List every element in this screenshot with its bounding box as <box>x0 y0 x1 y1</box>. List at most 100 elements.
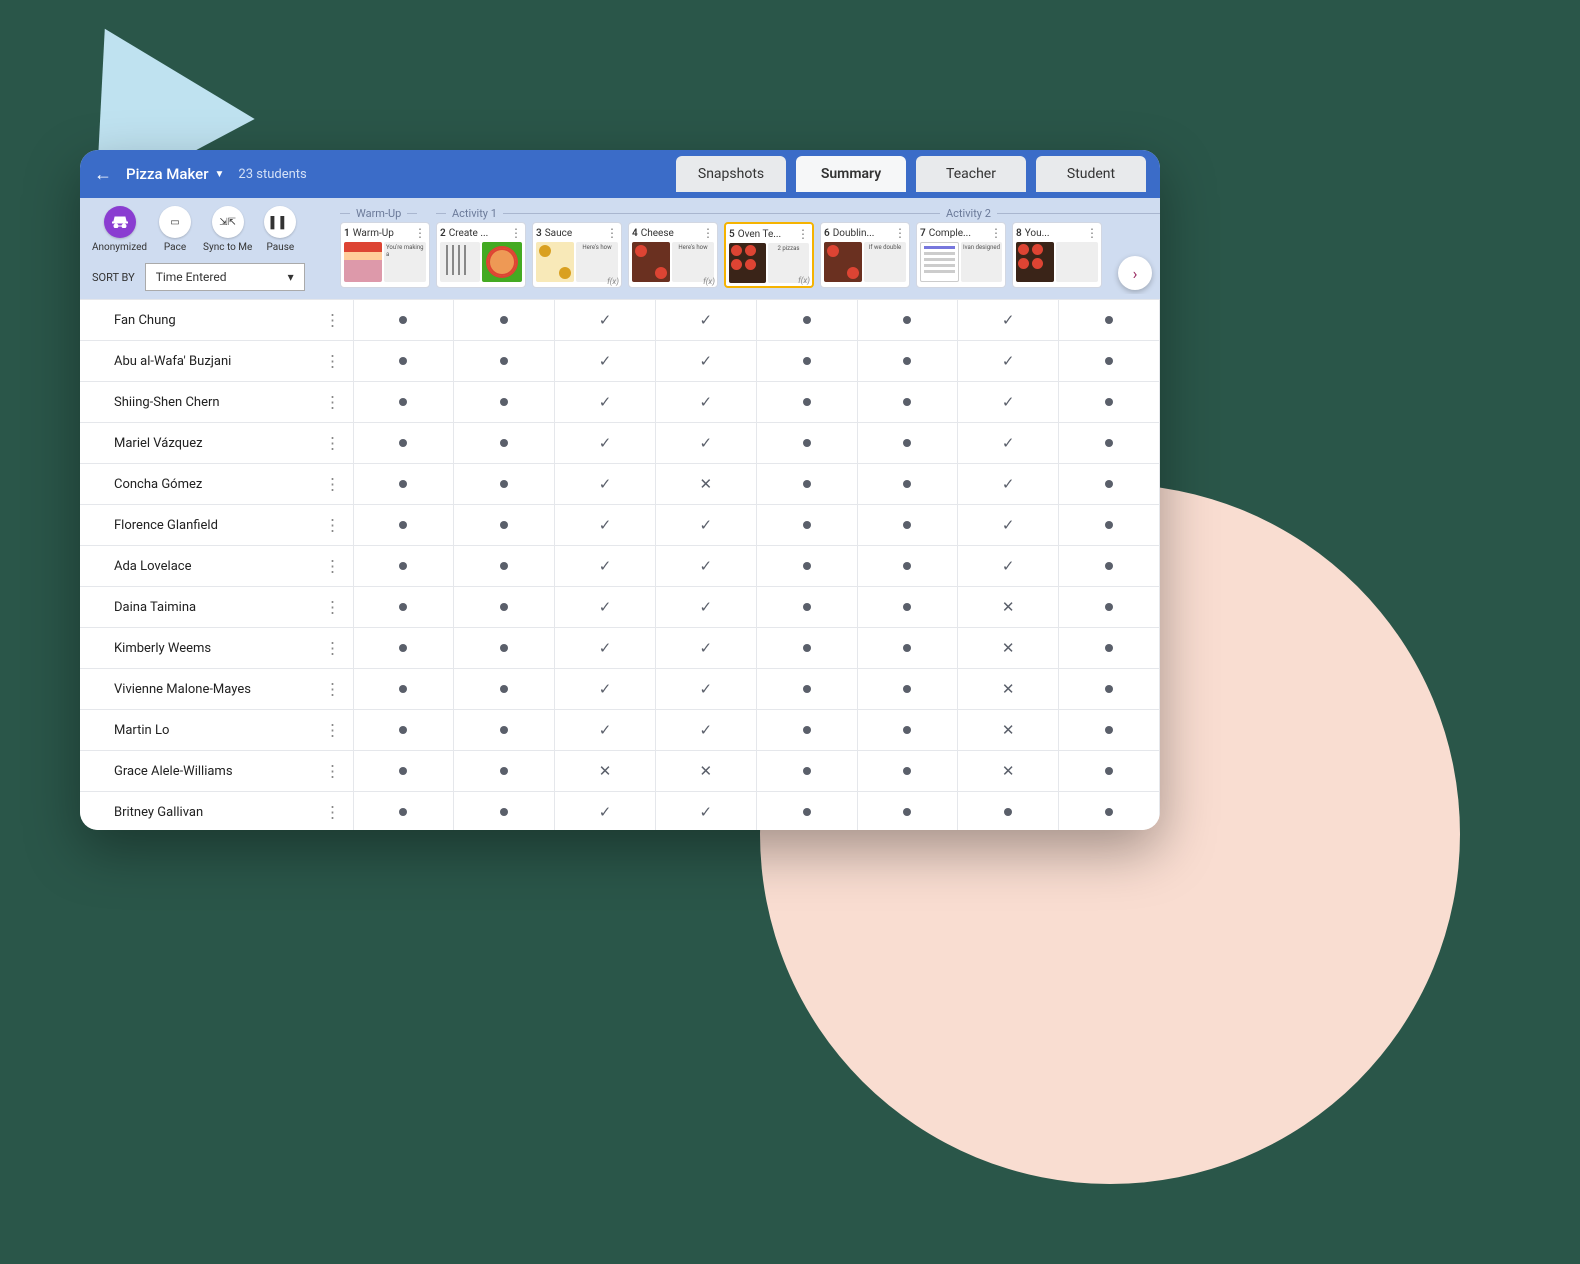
progress-cell[interactable] <box>857 464 958 505</box>
progress-cell[interactable] <box>857 423 958 464</box>
progress-cell[interactable]: ✓ <box>655 341 756 382</box>
progress-cell[interactable] <box>1059 423 1160 464</box>
student-name-cell[interactable]: Shiing-Shen Chern⋮ <box>80 382 353 423</box>
progress-cell[interactable] <box>756 546 857 587</box>
progress-cell[interactable]: ✓ <box>958 341 1059 382</box>
student-name-cell[interactable]: Florence Glanfield⋮ <box>80 505 353 546</box>
screen-card-2[interactable]: 2Create ...⋮ <box>436 222 526 288</box>
student-name-cell[interactable]: Martin Lo⋮ <box>80 710 353 751</box>
progress-cell[interactable] <box>1059 710 1160 751</box>
progress-cell[interactable] <box>958 792 1059 831</box>
progress-cell[interactable]: ✓ <box>555 423 656 464</box>
progress-cell[interactable] <box>353 792 454 831</box>
progress-cell[interactable]: ✕ <box>958 751 1059 792</box>
progress-cell[interactable]: ✓ <box>655 300 756 341</box>
progress-cell[interactable]: ✓ <box>555 546 656 587</box>
scroll-next-button[interactable]: › <box>1118 256 1152 290</box>
more-icon[interactable]: ⋮ <box>325 516 341 535</box>
student-grid[interactable]: Fan Chung⋮✓✓✓Abu al-Wafa' Buzjani⋮✓✓✓Shi… <box>80 299 1160 830</box>
progress-cell[interactable] <box>1059 341 1160 382</box>
progress-cell[interactable] <box>353 382 454 423</box>
progress-cell[interactable]: ✓ <box>958 505 1059 546</box>
student-name-cell[interactable]: Daina Taimina⋮ <box>80 587 353 628</box>
progress-cell[interactable] <box>857 505 958 546</box>
progress-cell[interactable] <box>353 587 454 628</box>
progress-cell[interactable] <box>756 341 857 382</box>
progress-cell[interactable] <box>1059 751 1160 792</box>
progress-cell[interactable] <box>1059 505 1160 546</box>
progress-cell[interactable]: ✓ <box>555 587 656 628</box>
progress-cell[interactable] <box>756 628 857 669</box>
back-icon[interactable]: ← <box>94 164 112 185</box>
lesson-title-dropdown[interactable]: Pizza Maker ▼ <box>126 165 224 183</box>
progress-cell[interactable]: ✓ <box>958 546 1059 587</box>
more-icon[interactable]: ⋮ <box>510 226 522 240</box>
progress-cell[interactable]: ✓ <box>655 587 756 628</box>
student-name-cell[interactable]: Concha Gómez⋮ <box>80 464 353 505</box>
student-name-cell[interactable]: Grace Alele-Williams⋮ <box>80 751 353 792</box>
progress-cell[interactable]: ✓ <box>555 669 656 710</box>
more-icon[interactable]: ⋮ <box>325 680 341 699</box>
progress-cell[interactable]: ✓ <box>655 505 756 546</box>
control-pause[interactable]: ▌▌Pause <box>264 206 296 253</box>
screen-card-5[interactable]: 5Oven Te...⋮ 2 pizzasf(x) <box>724 222 814 288</box>
progress-cell[interactable] <box>454 669 555 710</box>
progress-cell[interactable]: ✓ <box>655 669 756 710</box>
progress-cell[interactable]: ✓ <box>655 628 756 669</box>
progress-cell[interactable]: ✓ <box>555 710 656 751</box>
sort-dropdown[interactable]: Time Entered ▾ <box>145 263 305 291</box>
progress-cell[interactable] <box>857 710 958 751</box>
progress-cell[interactable]: ✓ <box>958 423 1059 464</box>
progress-cell[interactable]: ✓ <box>655 792 756 831</box>
more-icon[interactable]: ⋮ <box>325 557 341 576</box>
progress-cell[interactable] <box>756 300 857 341</box>
progress-cell[interactable] <box>1059 300 1160 341</box>
progress-cell[interactable] <box>1059 587 1160 628</box>
progress-cell[interactable] <box>353 300 454 341</box>
progress-cell[interactable] <box>353 669 454 710</box>
progress-cell[interactable] <box>756 505 857 546</box>
progress-cell[interactable]: ✓ <box>555 505 656 546</box>
progress-cell[interactable] <box>454 628 555 669</box>
student-name-cell[interactable]: Abu al-Wafa' Buzjani⋮ <box>80 341 353 382</box>
progress-cell[interactable]: ✓ <box>655 710 756 751</box>
more-icon[interactable]: ⋮ <box>325 311 341 330</box>
student-name-cell[interactable]: Ada Lovelace⋮ <box>80 546 353 587</box>
progress-cell[interactable] <box>857 669 958 710</box>
progress-cell[interactable] <box>454 382 555 423</box>
progress-cell[interactable] <box>857 382 958 423</box>
more-icon[interactable]: ⋮ <box>990 226 1002 240</box>
progress-cell[interactable] <box>353 546 454 587</box>
progress-cell[interactable] <box>353 751 454 792</box>
more-icon[interactable]: ⋮ <box>325 434 341 453</box>
progress-cell[interactable] <box>1059 792 1160 831</box>
progress-cell[interactable] <box>454 423 555 464</box>
progress-cell[interactable] <box>857 751 958 792</box>
tab-snapshots[interactable]: Snapshots <box>676 156 786 192</box>
control-anonymized[interactable]: Anonymized <box>92 206 147 253</box>
screen-card-1[interactable]: 1Warm-Up⋮ You're making a <box>340 222 430 288</box>
progress-cell[interactable] <box>1059 464 1160 505</box>
progress-cell[interactable] <box>353 505 454 546</box>
progress-cell[interactable]: ✓ <box>655 382 756 423</box>
student-name-cell[interactable]: Mariel Vázquez⋮ <box>80 423 353 464</box>
progress-cell[interactable] <box>1059 628 1160 669</box>
progress-cell[interactable] <box>756 423 857 464</box>
progress-cell[interactable]: ✓ <box>555 628 656 669</box>
progress-cell[interactable] <box>1059 546 1160 587</box>
more-icon[interactable]: ⋮ <box>797 227 809 241</box>
tab-summary[interactable]: Summary <box>796 156 906 192</box>
more-icon[interactable]: ⋮ <box>325 393 341 412</box>
progress-cell[interactable] <box>756 382 857 423</box>
progress-cell[interactable] <box>454 300 555 341</box>
screen-card-8[interactable]: 8You...⋮ <box>1012 222 1102 288</box>
student-name-cell[interactable]: Britney Gallivan⋮ <box>80 792 353 831</box>
student-name-cell[interactable]: Fan Chung⋮ <box>80 300 353 341</box>
more-icon[interactable]: ⋮ <box>325 762 341 781</box>
progress-cell[interactable] <box>454 464 555 505</box>
progress-cell[interactable]: ✕ <box>958 628 1059 669</box>
progress-cell[interactable] <box>1059 382 1160 423</box>
progress-cell[interactable] <box>454 505 555 546</box>
progress-cell[interactable]: ✕ <box>655 464 756 505</box>
progress-cell[interactable]: ✕ <box>958 669 1059 710</box>
